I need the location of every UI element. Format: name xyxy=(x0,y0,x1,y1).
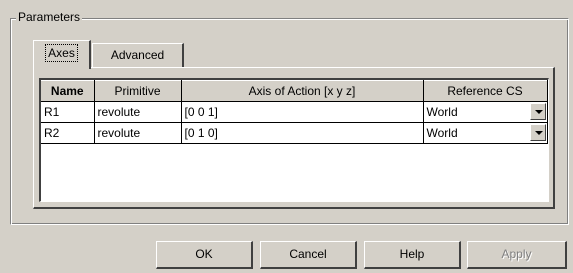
cell-reference[interactable]: World xyxy=(423,101,548,123)
cell-reference[interactable]: World xyxy=(423,122,548,144)
table-row: R2 revolute [0 1 0] World xyxy=(41,122,548,144)
cancel-button[interactable]: Cancel xyxy=(260,241,357,269)
reference-cs-dropdown[interactable]: World xyxy=(424,123,547,143)
cell-primitive[interactable]: revolute xyxy=(94,122,182,144)
cell-primitive[interactable]: revolute xyxy=(94,101,182,123)
help-button[interactable]: Help xyxy=(364,241,461,269)
dropdown-arrow-icon[interactable] xyxy=(529,103,546,120)
dropdown-arrow-icon[interactable] xyxy=(529,124,546,141)
axes-grid: Name Primitive Axis of Action [x y z] Re… xyxy=(39,78,549,202)
table-row: R1 revolute [0 0 1] World xyxy=(41,101,548,123)
header-name[interactable]: Name xyxy=(41,80,95,102)
tab-advanced[interactable]: Advanced xyxy=(92,43,184,67)
table-header-row: Name Primitive Axis of Action [x y z] Re… xyxy=(41,80,548,102)
tab-advanced-label: Advanced xyxy=(110,48,165,62)
cell-name[interactable]: R1 xyxy=(41,101,95,123)
tab-axes[interactable]: Axes xyxy=(33,40,91,69)
reference-cs-dropdown[interactable]: World xyxy=(424,102,547,122)
axes-table: Name Primitive Axis of Action [x y z] Re… xyxy=(41,80,548,144)
tab-axes-label: Axes xyxy=(45,44,78,62)
cell-axis[interactable]: [0 1 0] xyxy=(181,122,424,144)
header-primitive[interactable]: Primitive xyxy=(94,80,182,102)
ok-button[interactable]: OK xyxy=(156,241,253,269)
cell-axis[interactable]: [0 0 1] xyxy=(181,101,424,123)
header-reference-cs[interactable]: Reference CS xyxy=(423,80,548,102)
axes-tab-page: Name Primitive Axis of Action [x y z] Re… xyxy=(33,67,555,209)
apply-button[interactable]: Apply xyxy=(467,241,567,269)
cell-name[interactable]: R2 xyxy=(41,122,95,144)
reference-cs-value: World xyxy=(426,105,458,119)
reference-cs-value: World xyxy=(426,126,458,140)
parameters-title: Parameters xyxy=(16,9,83,25)
header-axis-of-action[interactable]: Axis of Action [x y z] xyxy=(181,80,424,102)
